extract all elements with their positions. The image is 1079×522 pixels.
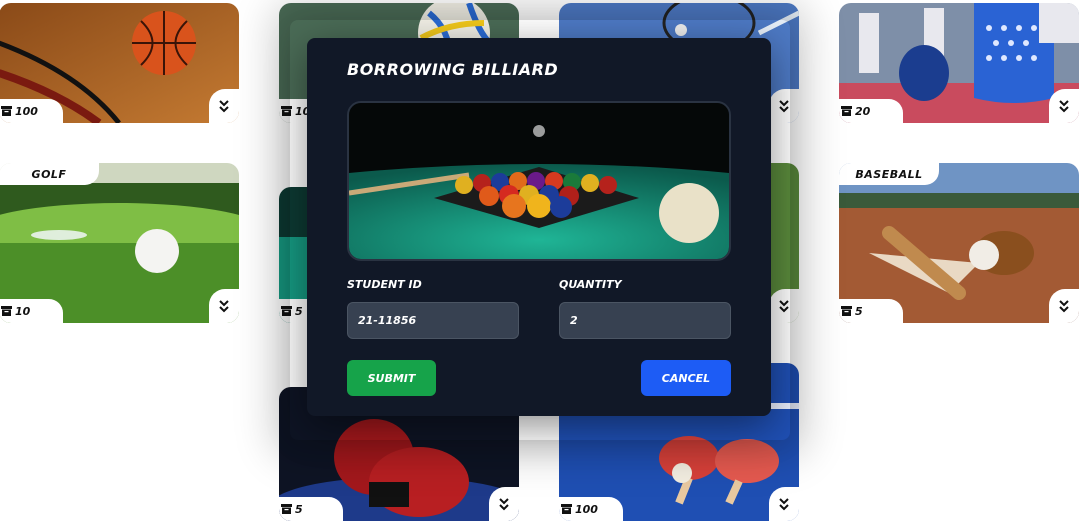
borrow-modal: BORROWING BILLIARD STUDENT ID 21-11856 Q… (307, 38, 771, 416)
card-golf[interactable]: GOLF 10 (0, 163, 239, 323)
quantity-value: 10 (15, 304, 31, 318)
expand-button[interactable] (1049, 289, 1079, 323)
quantity-input[interactable] (559, 302, 731, 339)
card-baseball[interactable]: BASEBALL 5 (839, 163, 1079, 323)
quantity-label: QUANTITY (559, 278, 622, 291)
expand-button[interactable] (769, 89, 799, 123)
quantity-value: 100 (575, 502, 598, 516)
card-quantity: 10 (0, 299, 63, 323)
card-title: GOLF (0, 163, 99, 185)
submit-button[interactable]: SUBMIT (347, 360, 436, 396)
chevron-down-icon (779, 100, 789, 113)
quantity-value: 100 (15, 104, 38, 118)
quantity-value: 20 (855, 104, 871, 118)
card-quantity: 100 (559, 497, 623, 521)
quantity-value: 5 (855, 304, 863, 318)
expand-button[interactable] (769, 289, 799, 323)
box-icon (281, 504, 292, 514)
card-basketball[interactable]: 100 (0, 3, 239, 123)
box-icon (1, 106, 12, 116)
cancel-button[interactable]: CANCEL (641, 360, 731, 396)
quantity-value: 5 (295, 304, 303, 318)
card-title: BASEBALL (839, 163, 939, 185)
box-icon (281, 306, 292, 316)
card-quantity: 5 (279, 497, 343, 521)
card-quantity: 20 (839, 99, 903, 123)
expand-button[interactable] (209, 289, 239, 323)
chevron-down-icon (499, 498, 509, 511)
card-quantity: 5 (839, 299, 903, 323)
student-id-input[interactable] (347, 302, 519, 339)
box-icon (1, 306, 12, 316)
chevron-down-icon (219, 300, 229, 313)
chevron-down-icon (1059, 300, 1069, 313)
chevron-down-icon (1059, 100, 1069, 113)
chevron-down-icon (219, 100, 229, 113)
billiard-photo (347, 101, 731, 261)
expand-button[interactable] (209, 89, 239, 123)
modal-title: BORROWING BILLIARD (347, 60, 559, 79)
expand-button[interactable] (769, 487, 799, 521)
card-quantity: 100 (0, 99, 63, 123)
box-icon (841, 106, 852, 116)
expand-button[interactable] (1049, 89, 1079, 123)
chevron-down-icon (779, 498, 789, 511)
card-taekwondo[interactable]: 20 (839, 3, 1079, 123)
chevron-down-icon (779, 300, 789, 313)
box-icon (841, 306, 852, 316)
box-icon (281, 106, 292, 116)
expand-button[interactable] (489, 487, 519, 521)
student-id-label: STUDENT ID (347, 278, 422, 291)
quantity-value: 5 (295, 502, 303, 516)
box-icon (561, 504, 572, 514)
